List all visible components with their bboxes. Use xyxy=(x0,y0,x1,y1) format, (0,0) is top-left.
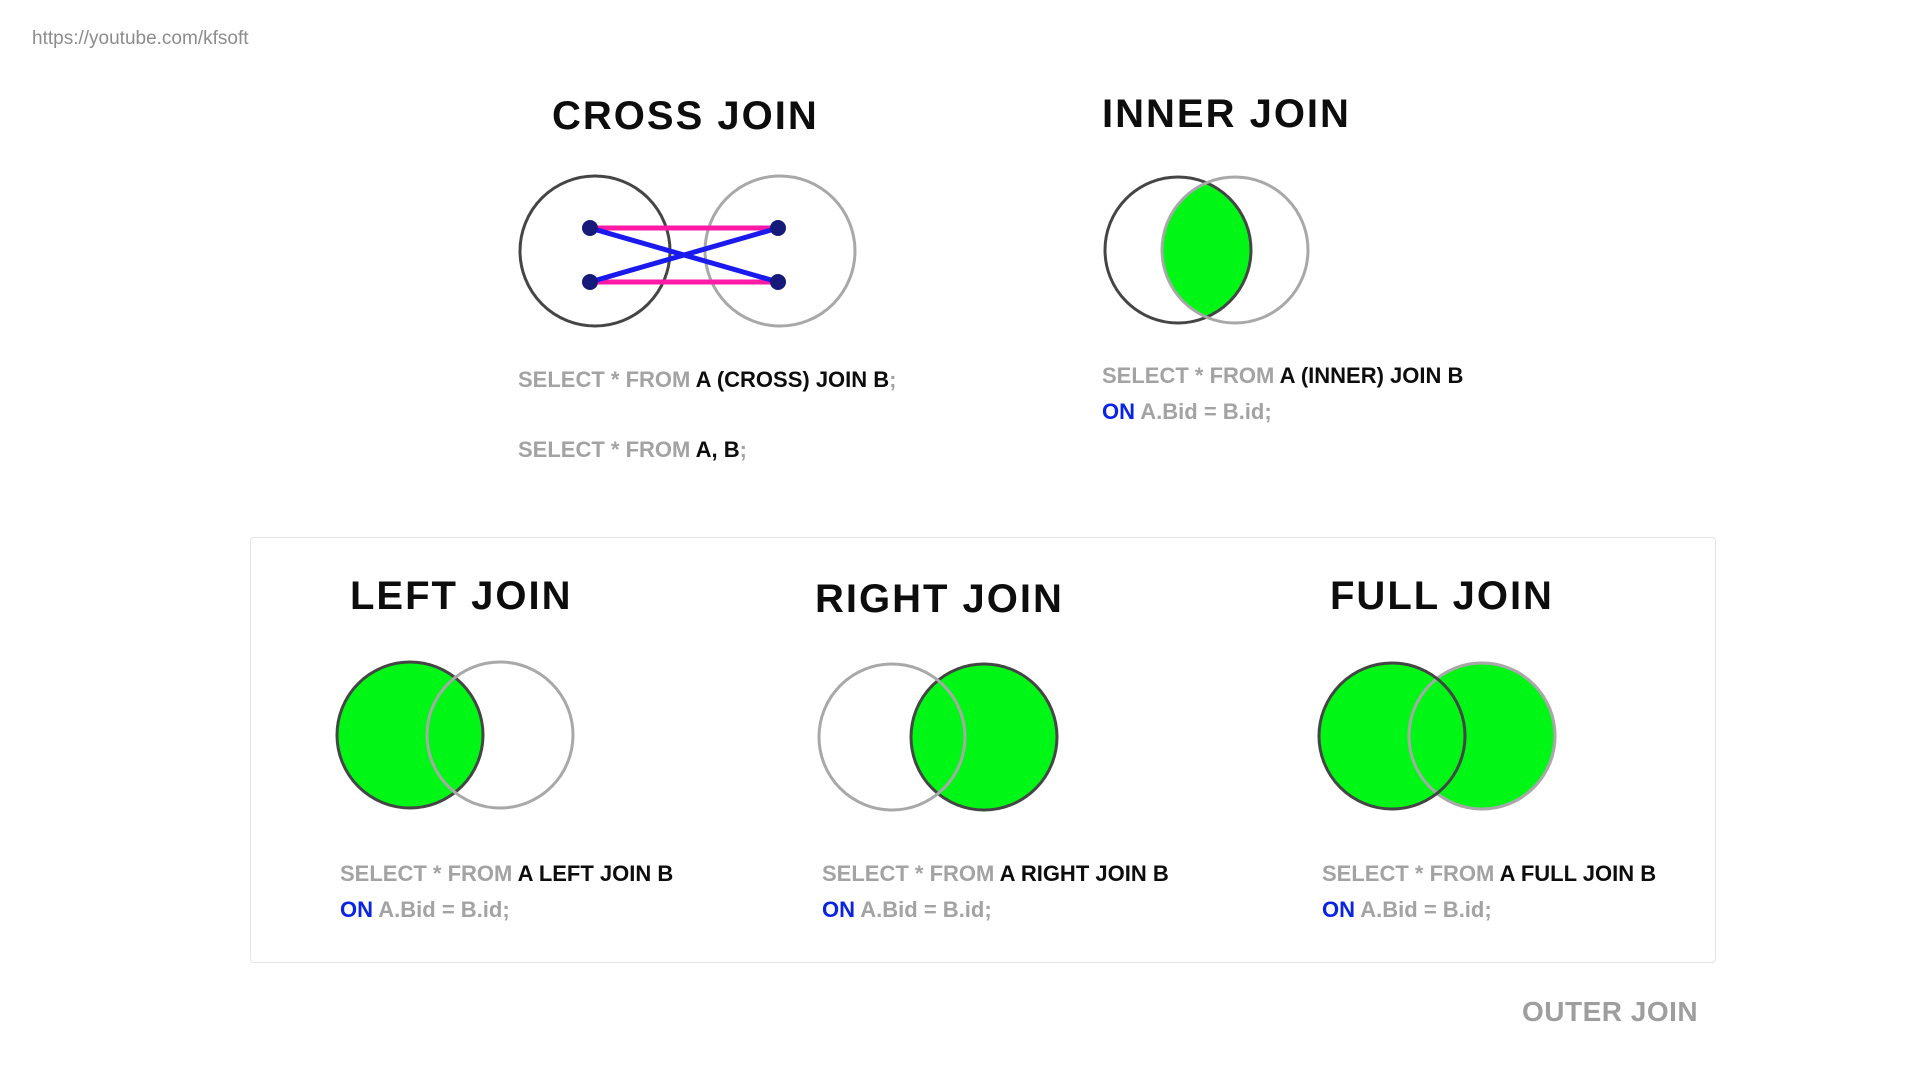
join-condition: A.Bid = B.id; xyxy=(855,897,992,922)
full-join-diagram xyxy=(1317,661,1557,811)
select-from: SELECT * FROM xyxy=(1102,363,1280,388)
outer-join-label: OUTER JOIN xyxy=(1522,996,1699,1027)
row-dot-b1 xyxy=(770,220,786,236)
table-expression: A RIGHT JOIN B xyxy=(999,861,1169,886)
semicolon: ; xyxy=(889,367,897,392)
left-join-query: SELECT * FROM A LEFT JOIN B ON A.Bid = B.… xyxy=(340,856,673,928)
table-a-circle xyxy=(335,660,485,810)
table-expression: A (CROSS) JOIN B xyxy=(695,367,890,392)
table-b-circle xyxy=(909,662,1059,812)
cross-join-query-2: SELECT * FROM A, B; xyxy=(518,432,747,468)
table-b-circle xyxy=(703,174,857,328)
table-expression: A LEFT JOIN B xyxy=(517,861,674,886)
row-dot-b2 xyxy=(770,274,786,290)
join-condition: A.Bid = B.id; xyxy=(373,897,510,922)
source-url: https://youtube.com/kfsoft xyxy=(32,28,249,49)
row-dot-a2 xyxy=(582,274,598,290)
on-keyword: ON xyxy=(340,897,373,922)
full-join-title: FULL JOIN xyxy=(1330,574,1554,618)
table-expression: A (INNER) JOIN B xyxy=(1279,363,1464,388)
select-from: SELECT * FROM xyxy=(1322,861,1500,886)
cross-join-query-1: SELECT * FROM A (CROSS) JOIN B; xyxy=(518,362,897,398)
inner-join-diagram xyxy=(1103,175,1310,325)
left-join-title: LEFT JOIN xyxy=(350,574,573,618)
select-from: SELECT * FROM xyxy=(518,367,696,392)
select-from: SELECT * FROM xyxy=(822,861,1000,886)
on-keyword: ON xyxy=(1322,897,1355,922)
inner-join-query: SELECT * FROM A (INNER) JOIN B ON A.Bid =… xyxy=(1102,358,1463,430)
cross-join-diagram xyxy=(518,174,857,328)
join-condition: A.Bid = B.id; xyxy=(1135,399,1272,424)
on-keyword: ON xyxy=(1102,399,1135,424)
row-dot-a1 xyxy=(582,220,598,236)
right-join-diagram xyxy=(817,662,1059,812)
table-a-circle xyxy=(518,174,672,328)
table-expression: A, B xyxy=(695,437,740,462)
full-join-query: SELECT * FROM A FULL JOIN B ON A.Bid = B.… xyxy=(1322,856,1656,928)
select-from: SELECT * FROM xyxy=(518,437,696,462)
semicolon: ; xyxy=(739,437,747,462)
on-keyword: ON xyxy=(822,897,855,922)
join-condition: A.Bid = B.id; xyxy=(1355,897,1492,922)
select-from: SELECT * FROM xyxy=(340,861,518,886)
inner-join-title: INNER JOIN xyxy=(1102,92,1351,136)
left-join-diagram xyxy=(335,660,575,810)
right-join-title: RIGHT JOIN xyxy=(815,577,1064,621)
cross-join-title: CROSS JOIN xyxy=(552,94,819,138)
right-join-query: SELECT * FROM A RIGHT JOIN B ON A.Bid = B… xyxy=(822,856,1169,928)
table-expression: A FULL JOIN B xyxy=(1499,861,1657,886)
